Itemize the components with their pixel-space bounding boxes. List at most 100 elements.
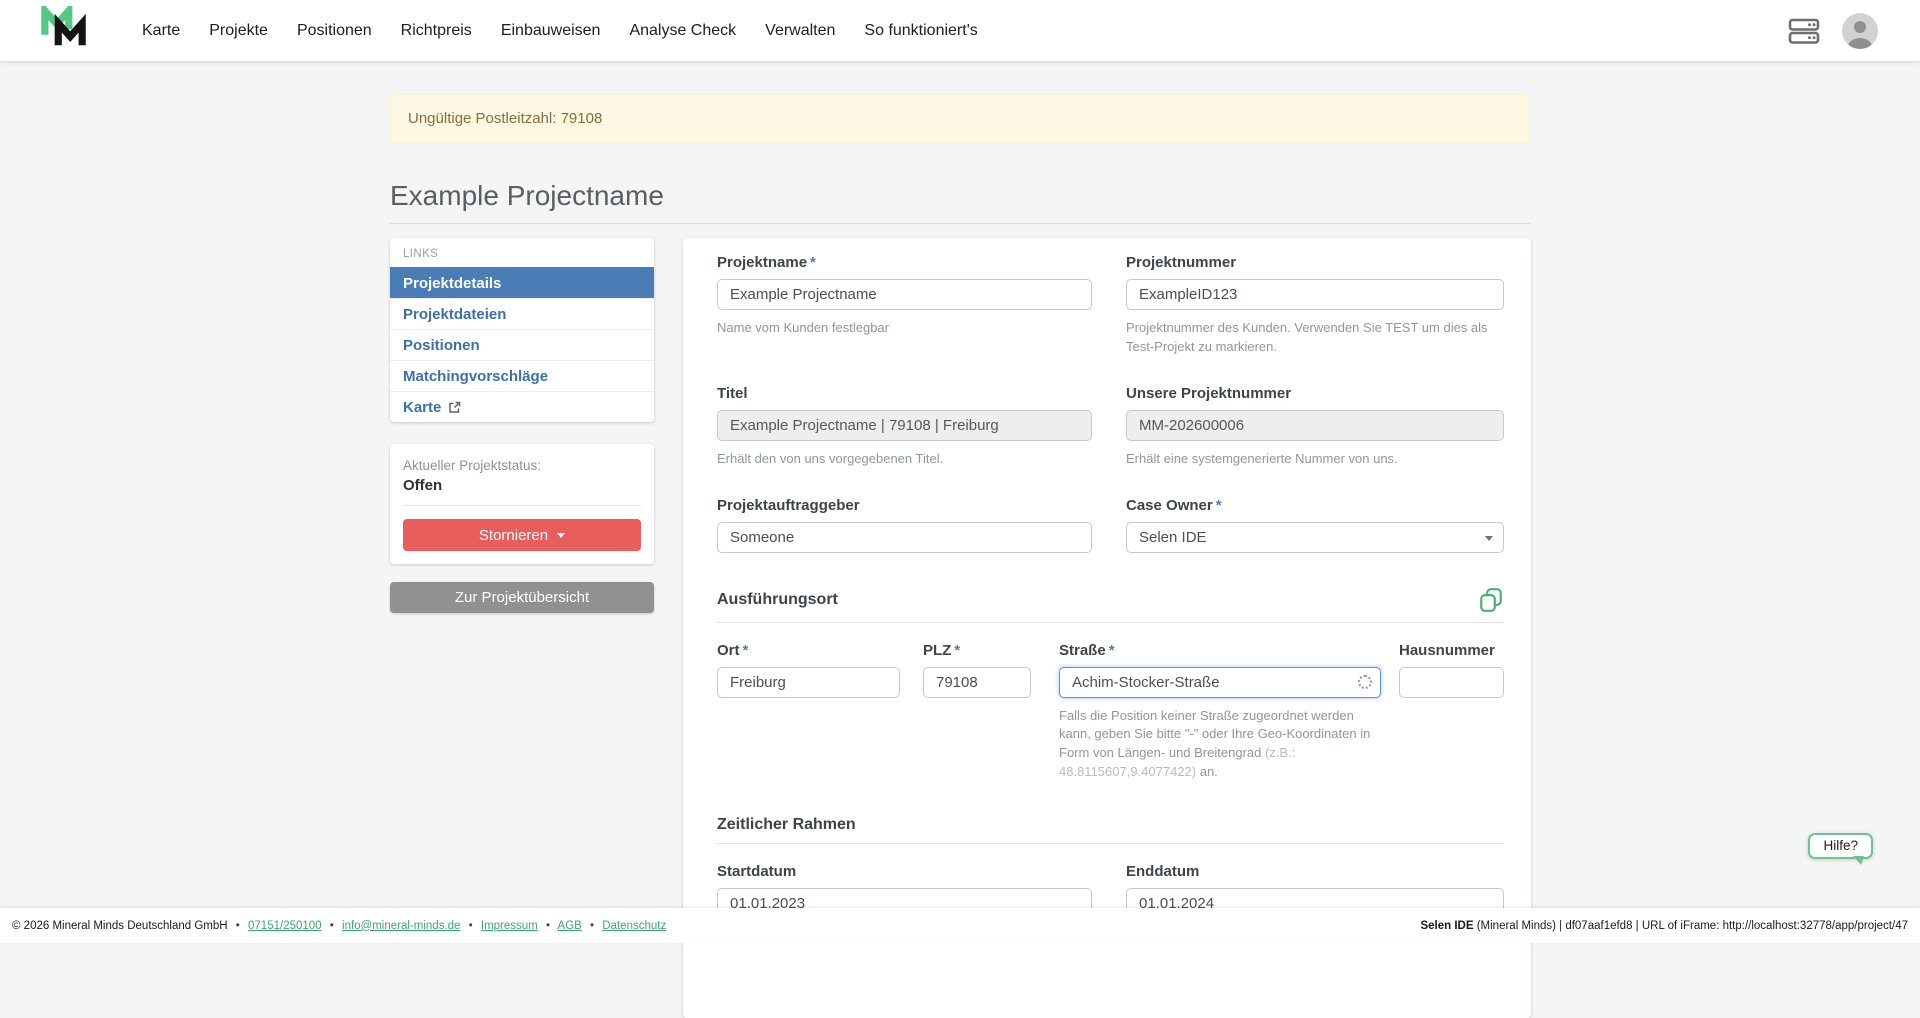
unsere-projektnummer-label: Unsere Projektnummer (1126, 385, 1504, 402)
footer-link-datenschutz[interactable]: Datenschutz (602, 920, 666, 932)
ort-input[interactable] (717, 667, 900, 698)
sidebar-item-matchingvorschlaege[interactable]: Matchingvorschläge (390, 360, 654, 391)
copy-address-button[interactable] (1478, 587, 1504, 613)
section-divider (717, 843, 1504, 844)
status-divider (403, 505, 641, 506)
footer-link-phone[interactable]: 07151/250100 (248, 920, 322, 932)
hilfe-button[interactable]: Hilfe? (1808, 833, 1873, 859)
stornieren-button[interactable]: Stornieren (403, 519, 641, 551)
sidebar-item-label: Projektdateien (403, 306, 506, 323)
footer: © 2026 Mineral Minds Deutschland GmbH • … (0, 908, 1920, 943)
plz-label: PLZ* (923, 642, 1031, 659)
mineral-minds-logo[interactable] (40, 6, 88, 55)
status-label: Aktueller Projektstatus: (403, 458, 641, 473)
nav-item-richtpreis[interactable]: Richtpreis (401, 22, 472, 40)
required-marker: * (954, 642, 960, 659)
footer-separator: • (330, 920, 334, 932)
sidebar: LINKS Projektdetails Projektdateien Posi… (390, 238, 654, 613)
warning-alert: Ungültige Postleitzahl: 79108 (390, 94, 1530, 143)
nav-item-projekte[interactable]: Projekte (209, 22, 268, 40)
projektauftraggeber-input[interactable] (717, 522, 1092, 553)
projektnummer-help: Projektnummer des Kunden. Verwenden Sie … (1126, 319, 1504, 357)
user-avatar-icon[interactable] (1842, 13, 1878, 49)
projektauftraggeber-label: Projektauftraggeber (717, 497, 1092, 514)
section-divider (717, 622, 1504, 623)
nav-item-verwalten[interactable]: Verwalten (765, 22, 835, 40)
strasse-input[interactable] (1059, 667, 1381, 698)
sidebar-item-label: Positionen (403, 337, 480, 354)
sidebar-item-projektdateien[interactable]: Projektdateien (390, 298, 654, 329)
ort-label: Ort* (717, 642, 900, 659)
footer-separator: • (546, 920, 550, 932)
sidebar-item-positionen[interactable]: Positionen (390, 329, 654, 360)
links-header: LINKS (390, 238, 654, 267)
sidebar-item-label: Matchingvorschläge (403, 368, 548, 385)
chevron-down-icon (557, 533, 565, 538)
zur-projektuebersicht-label: Zur Projektübersicht (455, 589, 589, 606)
top-navbar: Karte Projekte Positionen Richtpreis Ein… (0, 0, 1920, 61)
nav-item-analyse-check[interactable]: Analyse Check (629, 22, 736, 40)
hausnummer-input[interactable] (1399, 667, 1504, 698)
titel-label: Titel (717, 385, 1092, 402)
projektname-help: Name vom Kunden festlegbar (717, 319, 1092, 338)
case-owner-selected-value: Selen IDE (1139, 529, 1207, 546)
footer-separator: • (236, 920, 240, 932)
case-owner-label: Case Owner* (1126, 497, 1504, 514)
projektname-label: Projektname* (717, 254, 1092, 271)
unsere-projektnummer-help: Erhält eine systemgenerierte Nummer von … (1126, 450, 1504, 469)
footer-session-details: (Mineral Minds) | df07aaf1efd8 | URL of … (1474, 920, 1908, 932)
projektname-input[interactable] (717, 279, 1092, 310)
projektnummer-label: Projektnummer (1126, 254, 1504, 271)
project-details-card: Projektname* Name vom Kunden festlegbar … (683, 238, 1531, 1018)
footer-separator: • (469, 920, 473, 932)
nav-item-einbauweisen[interactable]: Einbauweisen (501, 22, 601, 40)
unsere-projektnummer-input (1126, 410, 1504, 441)
copy-icon (1478, 601, 1504, 616)
strasse-label: Straße* (1059, 642, 1381, 659)
footer-link-impressum[interactable]: Impressum (481, 920, 538, 932)
project-status-card: Aktueller Projektstatus: Offen Storniere… (390, 444, 654, 564)
navbar-right (1788, 13, 1878, 49)
required-marker: * (743, 642, 749, 659)
title-divider (390, 223, 1530, 224)
links-card: LINKS Projektdetails Projektdateien Posi… (390, 238, 654, 422)
zur-projektuebersicht-button[interactable]: Zur Projektübersicht (390, 582, 654, 613)
logo-icon (40, 6, 88, 55)
zeitlicher-rahmen-heading: Zeitlicher Rahmen (717, 816, 856, 834)
enddatum-label: Enddatum (1126, 863, 1504, 880)
hausnummer-label: Hausnummer (1399, 642, 1504, 659)
sidebar-item-projektdetails[interactable]: Projektdetails (390, 267, 654, 298)
footer-session-info: Selen IDE (Mineral Minds) | df07aaf1efd8… (1420, 920, 1908, 932)
case-owner-select[interactable]: Selen IDE (1126, 522, 1504, 553)
footer-link-email[interactable]: info@mineral-minds.de (342, 920, 460, 932)
required-marker: * (1109, 642, 1115, 659)
chevron-down-icon (1485, 536, 1493, 541)
nav-item-so-funktionierts[interactable]: So funktioniert's (864, 22, 977, 40)
sidebar-item-karte[interactable]: Karte (390, 391, 654, 422)
external-link-icon (448, 401, 461, 414)
footer-link-agb[interactable]: AGB (558, 920, 582, 932)
footer-separator: • (590, 920, 594, 932)
startdatum-label: Startdatum (717, 863, 1092, 880)
warning-alert-text: Ungültige Postleitzahl: 79108 (408, 110, 602, 127)
sidebar-item-label: Karte (403, 399, 441, 416)
sidebar-item-label: Projektdetails (403, 275, 501, 292)
ausfuehrungsort-heading: Ausführungsort (717, 591, 838, 609)
projektnummer-input[interactable] (1126, 279, 1504, 310)
hilfe-button-label: Hilfe? (1823, 838, 1858, 853)
required-marker: * (810, 254, 816, 271)
nav-item-positionen[interactable]: Positionen (297, 22, 372, 40)
footer-left: © 2026 Mineral Minds Deutschland GmbH • … (12, 920, 666, 932)
footer-copyright: © 2026 Mineral Minds Deutschland GmbH (12, 920, 228, 932)
status-value: Offen (403, 477, 641, 494)
titel-help: Erhält den von uns vorgegebenen Titel. (717, 450, 1092, 469)
plz-input[interactable] (923, 667, 1031, 698)
required-marker: * (1216, 497, 1222, 514)
titel-input (717, 410, 1092, 441)
server-icon[interactable] (1788, 17, 1820, 45)
stornieren-button-label: Stornieren (479, 527, 548, 544)
strasse-help: Falls die Position keiner Straße zugeord… (1059, 707, 1381, 782)
main-navigation: Karte Projekte Positionen Richtpreis Ein… (142, 22, 978, 40)
footer-user: Selen IDE (1420, 920, 1473, 932)
nav-item-karte[interactable]: Karte (142, 22, 180, 40)
